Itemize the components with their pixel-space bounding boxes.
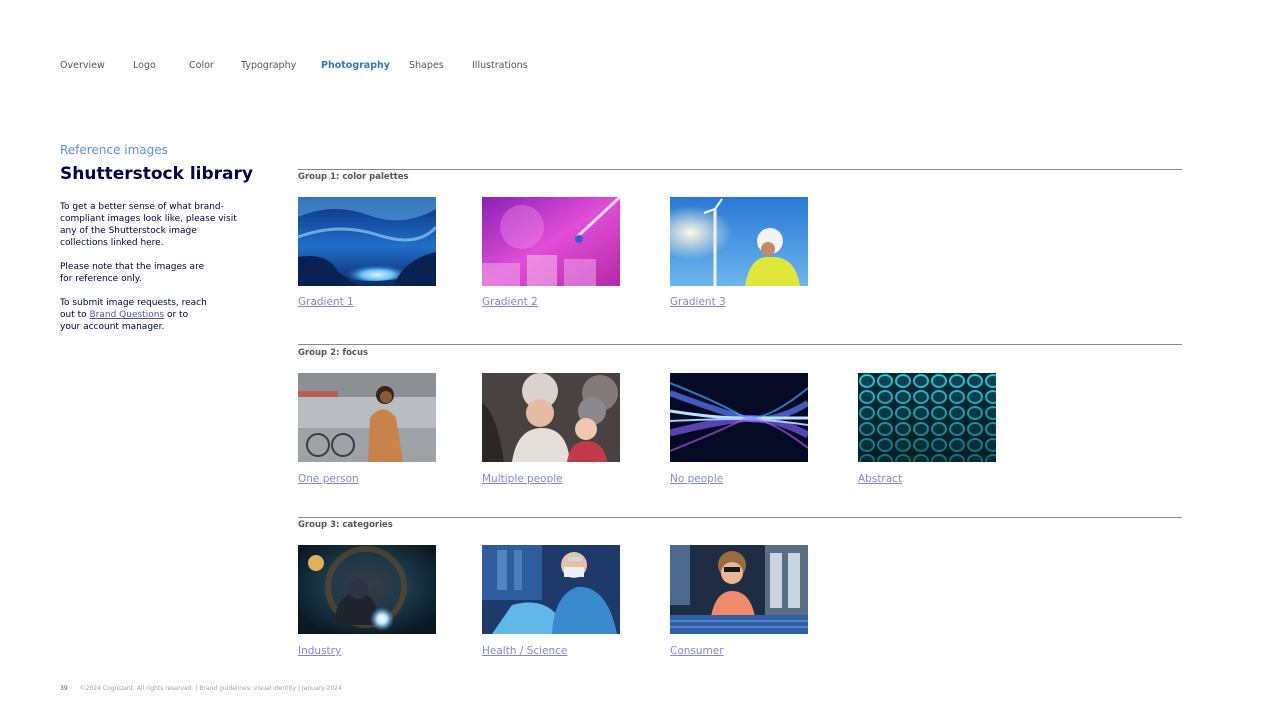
footer-text: ©2024 Cognizant. All rights reserved. | … — [79, 685, 342, 692]
lab-pipette-image — [482, 197, 620, 286]
lab-pipette-photo[interactable] — [482, 197, 620, 286]
group-divider — [298, 344, 1182, 345]
footer: 39 ©2024 Cognizant. All rights reserved. … — [60, 685, 342, 692]
nav-typography[interactable]: Typography — [241, 60, 296, 71]
gradient-3-link[interactable]: Gradient 3 — [670, 296, 726, 308]
welder-in-pipe-image — [298, 545, 436, 634]
note-paragraph: Please note that the images are for refe… — [60, 262, 205, 284]
industry-link[interactable]: Industry — [298, 645, 341, 657]
wind-turbine-worker-photo[interactable] — [670, 197, 808, 286]
abstract-link[interactable]: Abstract — [858, 473, 902, 485]
page: Overview Logo Color Typography Photograp… — [0, 0, 1280, 720]
group-divider — [298, 169, 1182, 170]
request-paragraph: To submit image requests, reach out to B… — [60, 297, 210, 333]
doctor-xray-image — [482, 545, 620, 634]
group-label: Group 3: categories — [298, 520, 393, 530]
woman-with-bike-photo[interactable] — [298, 373, 436, 462]
section-eyebrow: Reference images — [60, 143, 168, 157]
gradient-1-link[interactable]: Gradient 1 — [298, 296, 354, 308]
light-streams-photo[interactable] — [670, 373, 808, 462]
girl-ice-cream-image — [670, 545, 808, 634]
nav-color[interactable]: Color — [189, 60, 214, 71]
page-title: Shutterstock library — [60, 164, 253, 184]
welder-in-pipe-photo[interactable] — [298, 545, 436, 634]
group-label: Group 1: color palettes — [298, 172, 409, 182]
wind-turbine-worker-image — [670, 197, 808, 286]
brand-questions-link[interactable]: Brand Questions — [90, 310, 165, 320]
nav-overview[interactable]: Overview — [60, 60, 105, 71]
multiple-people-link[interactable]: Multiple people — [482, 473, 563, 485]
mother-child-winter-image — [482, 373, 620, 462]
health-science-link[interactable]: Health / Science — [482, 645, 567, 657]
one-person-link[interactable]: One person — [298, 473, 359, 485]
nav-logo[interactable]: Logo — [133, 60, 156, 71]
gradient-2-link[interactable]: Gradient 2 — [482, 296, 538, 308]
group-divider — [298, 517, 1182, 518]
nav-photography[interactable]: Photography — [321, 60, 390, 71]
ice-cave-photo[interactable] — [298, 197, 436, 286]
nav-shapes[interactable]: Shapes — [409, 60, 444, 71]
doctor-xray-photo[interactable] — [482, 545, 620, 634]
group-label: Group 2: focus — [298, 348, 369, 358]
coral-texture-photo[interactable] — [858, 373, 996, 462]
intro-paragraph: To get a better sense of what brand-comp… — [60, 202, 237, 248]
mother-child-winter-photo[interactable] — [482, 373, 620, 462]
consumer-link[interactable]: Consumer — [670, 645, 724, 657]
no-people-link[interactable]: No people — [670, 473, 723, 485]
coral-texture-image — [858, 373, 996, 462]
ice-cave-image — [298, 197, 436, 286]
girl-ice-cream-photo[interactable] — [670, 545, 808, 634]
page-number: 39 — [60, 685, 68, 692]
nav-illustrations[interactable]: Illustrations — [472, 60, 528, 71]
light-streams-image — [670, 373, 808, 462]
woman-with-bike-image — [298, 373, 436, 462]
